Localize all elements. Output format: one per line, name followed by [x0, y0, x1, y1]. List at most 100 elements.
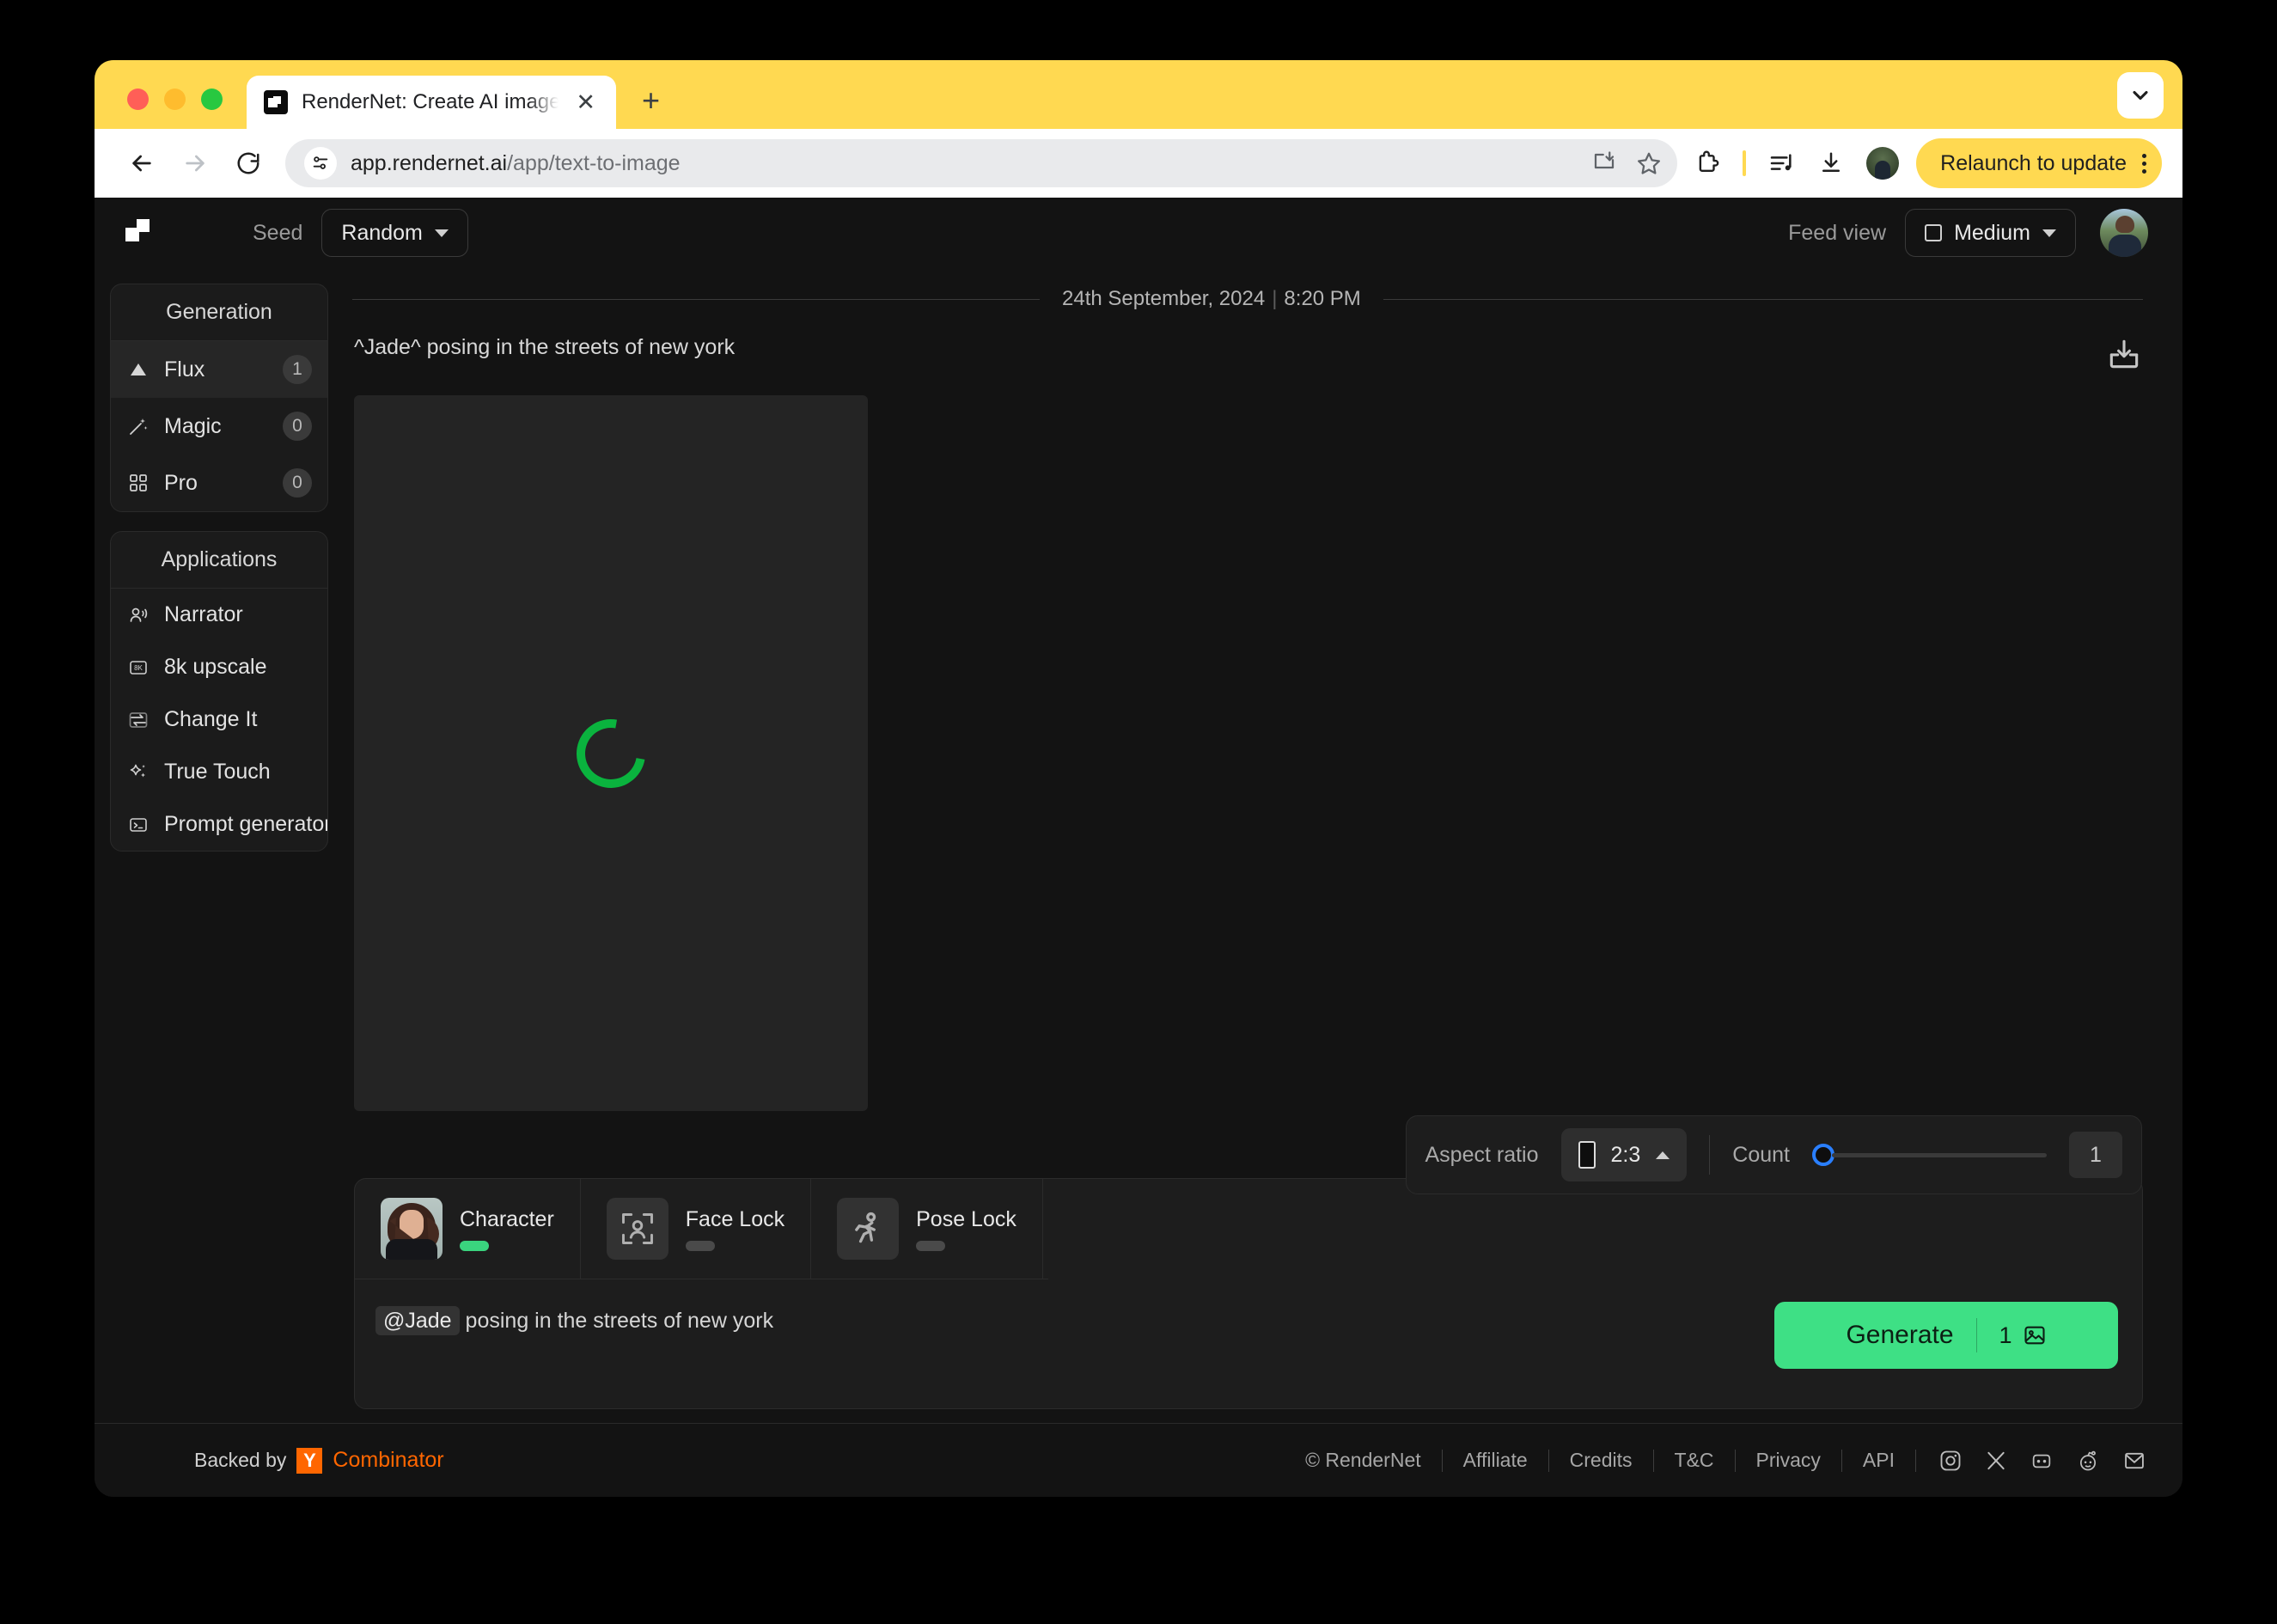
pose-lock-toggle[interactable]: [916, 1240, 946, 1251]
sidebar-item-true-touch[interactable]: True Touch: [111, 746, 327, 798]
feed-view-label: Feed view: [1788, 220, 1887, 245]
sparkle-icon: [126, 760, 150, 785]
download-icon[interactable]: [2105, 335, 2143, 373]
chrome-menu-icon[interactable]: [2142, 153, 2146, 174]
chevron-up-icon: [1656, 1151, 1670, 1159]
sidebar-item-8k-upscale[interactable]: 8K 8k upscale: [111, 641, 327, 693]
instagram-icon[interactable]: [1938, 1449, 1963, 1473]
pose-lock-icon: [837, 1198, 900, 1260]
divider: [1709, 1135, 1711, 1175]
loading-spinner-icon: [563, 705, 659, 802]
footer-links: © RenderNet Affiliate Credits T&C Privac…: [1285, 1449, 2146, 1473]
site-settings-icon[interactable]: [304, 147, 337, 180]
sidebar-item-narrator[interactable]: Narrator: [111, 589, 327, 641]
new-tab-button[interactable]: +: [642, 82, 660, 129]
feed-area: 24th September, 2024 | 8:20 PM ^Jade^ posi…: [344, 268, 2182, 1423]
aspect-ratio-label: Aspect ratio: [1425, 1142, 1539, 1167]
footer-link-tc[interactable]: T&C: [1654, 1449, 1735, 1472]
count-slider[interactable]: [1812, 1144, 2047, 1166]
footer-link-copyright: © RenderNet: [1305, 1449, 1421, 1471]
feed-view-value: Medium: [1954, 220, 2030, 245]
rendernet-logo-icon[interactable]: [125, 217, 158, 249]
sidebar-item-flux[interactable]: Flux 1: [111, 341, 327, 398]
forward-button[interactable]: [168, 150, 222, 177]
media-playlist-icon[interactable]: [1768, 150, 1796, 177]
prompt-input[interactable]: @Jade posing in the streets of new york: [375, 1302, 1774, 1338]
sidebar-item-label: Magic: [164, 413, 222, 438]
pro-badge: 0: [283, 468, 312, 498]
footer-socials: [1916, 1449, 2146, 1473]
y-combinator-label: Combinator: [333, 1448, 444, 1472]
generate-button[interactable]: Generate 1: [1774, 1302, 2118, 1369]
generation-canvas: Aspect ratio 2:3 Count 1 Character Face …: [352, 395, 2143, 1423]
divider-line-right: [1383, 298, 2143, 300]
character-toggle[interactable]: [460, 1240, 489, 1251]
square-icon: [1925, 224, 1943, 241]
url-host: app.rendernet.ai: [351, 150, 508, 175]
feed-date-separator: |: [1272, 287, 1278, 310]
close-tab-icon[interactable]: ✕: [572, 90, 599, 114]
rendernet-favicon-icon: [264, 90, 288, 114]
profile-avatar[interactable]: [1866, 147, 1900, 180]
feed-view-dropdown[interactable]: Medium: [1905, 209, 2076, 257]
email-icon[interactable]: [2122, 1449, 2146, 1473]
reload-button[interactable]: [222, 150, 275, 176]
image-placeholder: [354, 395, 868, 1111]
feed-date-divider: 24th September, 2024 | 8:20 PM: [352, 268, 2143, 335]
seed-label: Seed: [253, 220, 303, 245]
footer-link-credits[interactable]: Credits: [1549, 1449, 1653, 1472]
composer-bar: Aspect ratio 2:3 Count 1 Character Face …: [354, 1115, 2143, 1409]
aspect-ratio-dropdown[interactable]: 2:3: [1560, 1128, 1688, 1181]
window-controls: [95, 89, 223, 129]
lock-controls: Character Face Lock Pose Lock: [355, 1179, 1048, 1279]
sidebar-item-change-it[interactable]: Change It: [111, 693, 327, 746]
count-slider-track[interactable]: [1832, 1152, 2047, 1157]
x-icon[interactable]: [1985, 1450, 2007, 1472]
user-avatar[interactable]: [2100, 209, 2148, 257]
extensions-icon[interactable]: [1694, 150, 1720, 176]
grid-icon: [126, 471, 150, 495]
backed-by-yc: Backed by Y Combinator: [125, 1447, 444, 1474]
bookmark-star-icon[interactable]: [1636, 150, 1662, 176]
face-lock-toggle[interactable]: [685, 1240, 715, 1251]
sidebar-item-pro[interactable]: Pro 0: [111, 455, 327, 511]
browser-window: RenderNet: Create AI images ✕ + app.rend…: [95, 60, 2182, 1497]
browser-tab[interactable]: RenderNet: Create AI images ✕: [247, 76, 616, 129]
footer-link-affiliate[interactable]: Affiliate: [1443, 1449, 1548, 1472]
back-button[interactable]: [115, 150, 168, 177]
face-lock-control[interactable]: Face Lock: [581, 1179, 812, 1279]
sidebar-item-magic[interactable]: Magic 0: [111, 398, 327, 455]
footer-link-privacy[interactable]: Privacy: [1736, 1449, 1841, 1472]
generation-prompt-text: ^Jade^ posing in the streets of new york: [354, 335, 736, 359]
face-lock-label: Face Lock: [685, 1206, 785, 1231]
sidebar-item-label: Narrator: [164, 602, 243, 626]
relaunch-to-update-button[interactable]: Relaunch to update: [1916, 138, 2162, 188]
close-window-button[interactable]: [127, 89, 149, 110]
toolbar-divider: [1743, 150, 1747, 176]
downloads-icon[interactable]: [1818, 150, 1844, 176]
applications-panel-title: Applications: [111, 532, 327, 589]
character-mention-chip[interactable]: @Jade: [375, 1306, 460, 1335]
rendernet-app: Seed Random Feed view Medium Generation: [95, 198, 2182, 1497]
tab-list-chevron-down-icon[interactable]: [2117, 72, 2164, 119]
maximize-window-button[interactable]: [201, 89, 223, 110]
face-lock-icon: [606, 1198, 668, 1260]
footer-link-api[interactable]: API: [1842, 1449, 1915, 1472]
address-bar[interactable]: app.rendernet.ai/app/text-to-image: [285, 139, 1678, 187]
browser-toolbar: app.rendernet.ai/app/text-to-image Relau…: [95, 129, 2182, 198]
discord-icon[interactable]: [2030, 1449, 2054, 1473]
reddit-icon[interactable]: [2076, 1449, 2100, 1473]
pose-lock-control[interactable]: Pose Lock: [811, 1179, 1043, 1279]
character-control[interactable]: Character: [355, 1179, 581, 1279]
prompt-rest-text: posing in the streets of new york: [465, 1309, 774, 1333]
flux-badge: 1: [283, 355, 312, 384]
count-label: Count: [1732, 1142, 1790, 1167]
divider: [1975, 1318, 1977, 1352]
minimize-window-button[interactable]: [164, 89, 186, 110]
install-app-icon[interactable]: [1591, 150, 1617, 176]
tab-title: RenderNet: Create AI images: [302, 90, 559, 113]
sidebar-item-label: 8k upscale: [164, 655, 267, 679]
swap-icon: [126, 708, 150, 732]
seed-dropdown[interactable]: Random: [321, 209, 468, 257]
sidebar-item-prompt-generator[interactable]: Prompt generator: [111, 798, 327, 851]
